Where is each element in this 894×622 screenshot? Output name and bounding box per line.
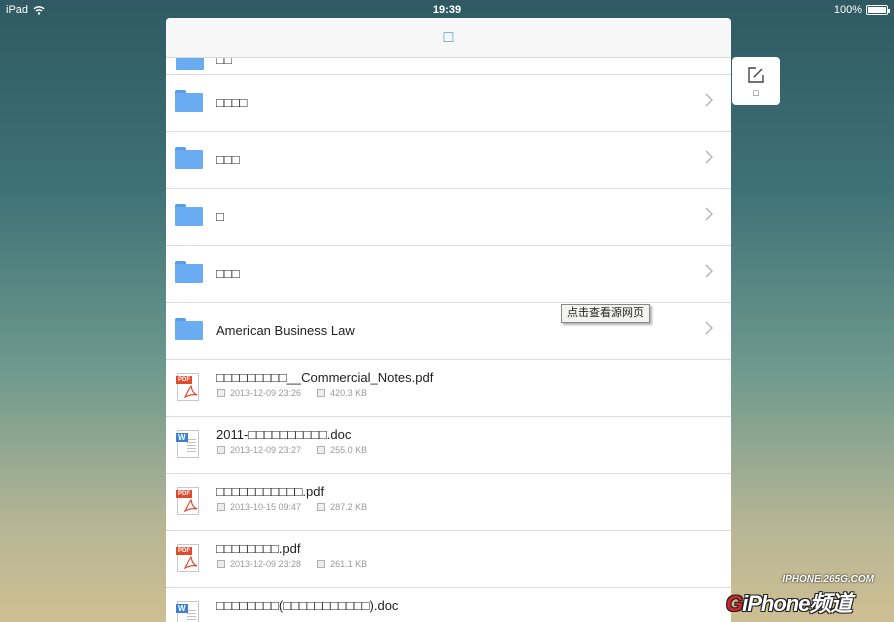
file-row[interactable]: PDF □□□□□□□□.pdf 2013-12-09 23:28 261.1 KB [166,531,731,588]
file-name: □□□□□□□□□__Commercial_Notes.pdf [216,370,434,385]
size-icon [317,503,326,511]
pdf-file-icon: PDF [175,487,205,517]
file-name: □□□□□□□□(□□□□□□□□□□□).doc [216,598,399,613]
folder-icon-wrap [175,261,205,289]
calendar-icon [217,503,225,511]
document-icon: W [176,601,199,622]
folder-name: American Business Law [216,323,355,338]
file-name: □□□□□□□□.pdf [216,541,301,556]
file-size: 420.3 KB [330,388,368,398]
edit-icon [748,67,764,83]
status-right: 100% [833,4,890,16]
size-icon [317,389,326,397]
file-size: 287.2 KB [330,502,368,512]
panel-header: □ [166,18,731,58]
size-icon [317,560,326,568]
folder-name: □□□ [216,152,240,167]
chevron-right-icon [705,207,713,221]
edit-button-label: □ [753,88,759,98]
pdf-badge: PDF [176,547,192,555]
file-date: 2013-12-09 23:26 [230,388,302,398]
word-badge: W [176,604,188,613]
calendar-icon [217,560,225,568]
folder-row[interactable]: □□□ [166,132,731,189]
watermark-brand-rest: iPhone频道 [742,591,852,616]
document-icon: PDF [176,373,199,401]
text-lines-icon [187,439,196,453]
pdf-badge: PDF [176,376,192,384]
calendar-icon [217,446,225,454]
file-date: 2013-10-15 09:47 [230,502,302,512]
folder-icon-wrap [175,204,205,232]
folder-icon-wrap [175,147,205,175]
text-lines-icon [187,610,196,622]
word-badge: W [176,433,188,442]
chevron-right-icon [705,321,713,335]
watermark-brand-g: G [726,591,743,616]
file-date: 2013-12-09 23:28 [230,559,302,569]
word-file-icon: W [175,430,205,460]
watermark-brand: GiPhone频道 [726,586,852,618]
chevron-right-icon [705,93,713,107]
battery-percent: 100% [833,4,862,16]
status-time: 19:39 [432,4,462,16]
file-meta: 2013-12-09 23:26 420.3 KB [217,388,367,398]
file-name: 2011-□□□□□□□□□□.doc [216,427,352,442]
chevron-right-icon [705,150,713,164]
watermark-url: IPHONE.265G.COM [782,574,874,585]
pdf-acrobat-icon [184,385,198,398]
edit-button[interactable]: □ [732,57,780,105]
folder-icon [175,147,203,169]
document-icon: PDF [176,487,199,515]
panel-title: □ [443,28,454,46]
pdf-acrobat-icon [184,499,198,512]
folder-icon [175,318,203,340]
folder-icon-wrap [175,318,205,346]
folder-row[interactable]: □□□□ [166,75,731,132]
status-bar: iPad 19:39 100% [0,0,894,20]
chevron-right-icon [705,264,713,278]
size-icon [317,446,326,454]
view-source-tooltip: 点击查看源网页 [561,304,650,323]
folder-name: □ [216,209,224,224]
watermark-logo: IPHONE.265G.COM GiPhone频道 [726,574,886,618]
folder-icon [175,90,203,112]
file-size: 261.1 KB [330,559,368,569]
file-size: 255.0 KB [330,445,368,455]
file-row[interactable]: PDF □□□□□□□□□__Commercial_Notes.pdf 2013-1… [166,360,731,417]
file-meta: 2013-12-09 23:28 261.1 KB [217,559,367,569]
document-icon: W [176,430,199,458]
folder-icon [176,58,204,70]
file-row[interactable]: PDF □□□□□□□□□□□.pdf 2013-10-15 09:47 287.2 … [166,474,731,531]
pdf-badge: PDF [176,490,192,498]
folder-row[interactable]: □□□ [166,246,731,303]
document-icon: PDF [176,544,199,572]
partial-folder-label: □□ [216,58,232,67]
folder-icon [175,261,203,283]
file-row[interactable]: W 2011-□□□□□□□□□□.doc 2013-12-09 23:27 255.… [166,417,731,474]
word-file-icon: W [175,601,205,622]
pdf-file-icon: PDF [175,544,205,574]
calendar-icon [217,389,225,397]
folder-row[interactable]: □ [166,189,731,246]
battery-fill [868,7,886,13]
folder-icon-wrap [175,90,205,118]
file-row[interactable]: W □□□□□□□□(□□□□□□□□□□□).doc [166,588,731,622]
folder-name: □□□ [216,266,240,281]
file-date: 2013-12-09 23:27 [230,445,302,455]
file-name: □□□□□□□□□□□.pdf [216,484,325,499]
partial-folder-row[interactable]: □□ [166,58,731,75]
pdf-file-icon: PDF [175,373,205,403]
battery-icon [866,5,890,15]
pdf-acrobat-icon [184,556,198,569]
file-meta: 2013-12-09 23:27 255.0 KB [217,445,367,455]
file-list: PDF □□□□□□□□□__Commercial_Notes.pdf 2013-1… [166,360,731,622]
file-meta: 2013-10-15 09:47 287.2 KB [217,502,367,512]
folder-icon [175,204,203,226]
folder-name: □□□□ [216,95,248,110]
